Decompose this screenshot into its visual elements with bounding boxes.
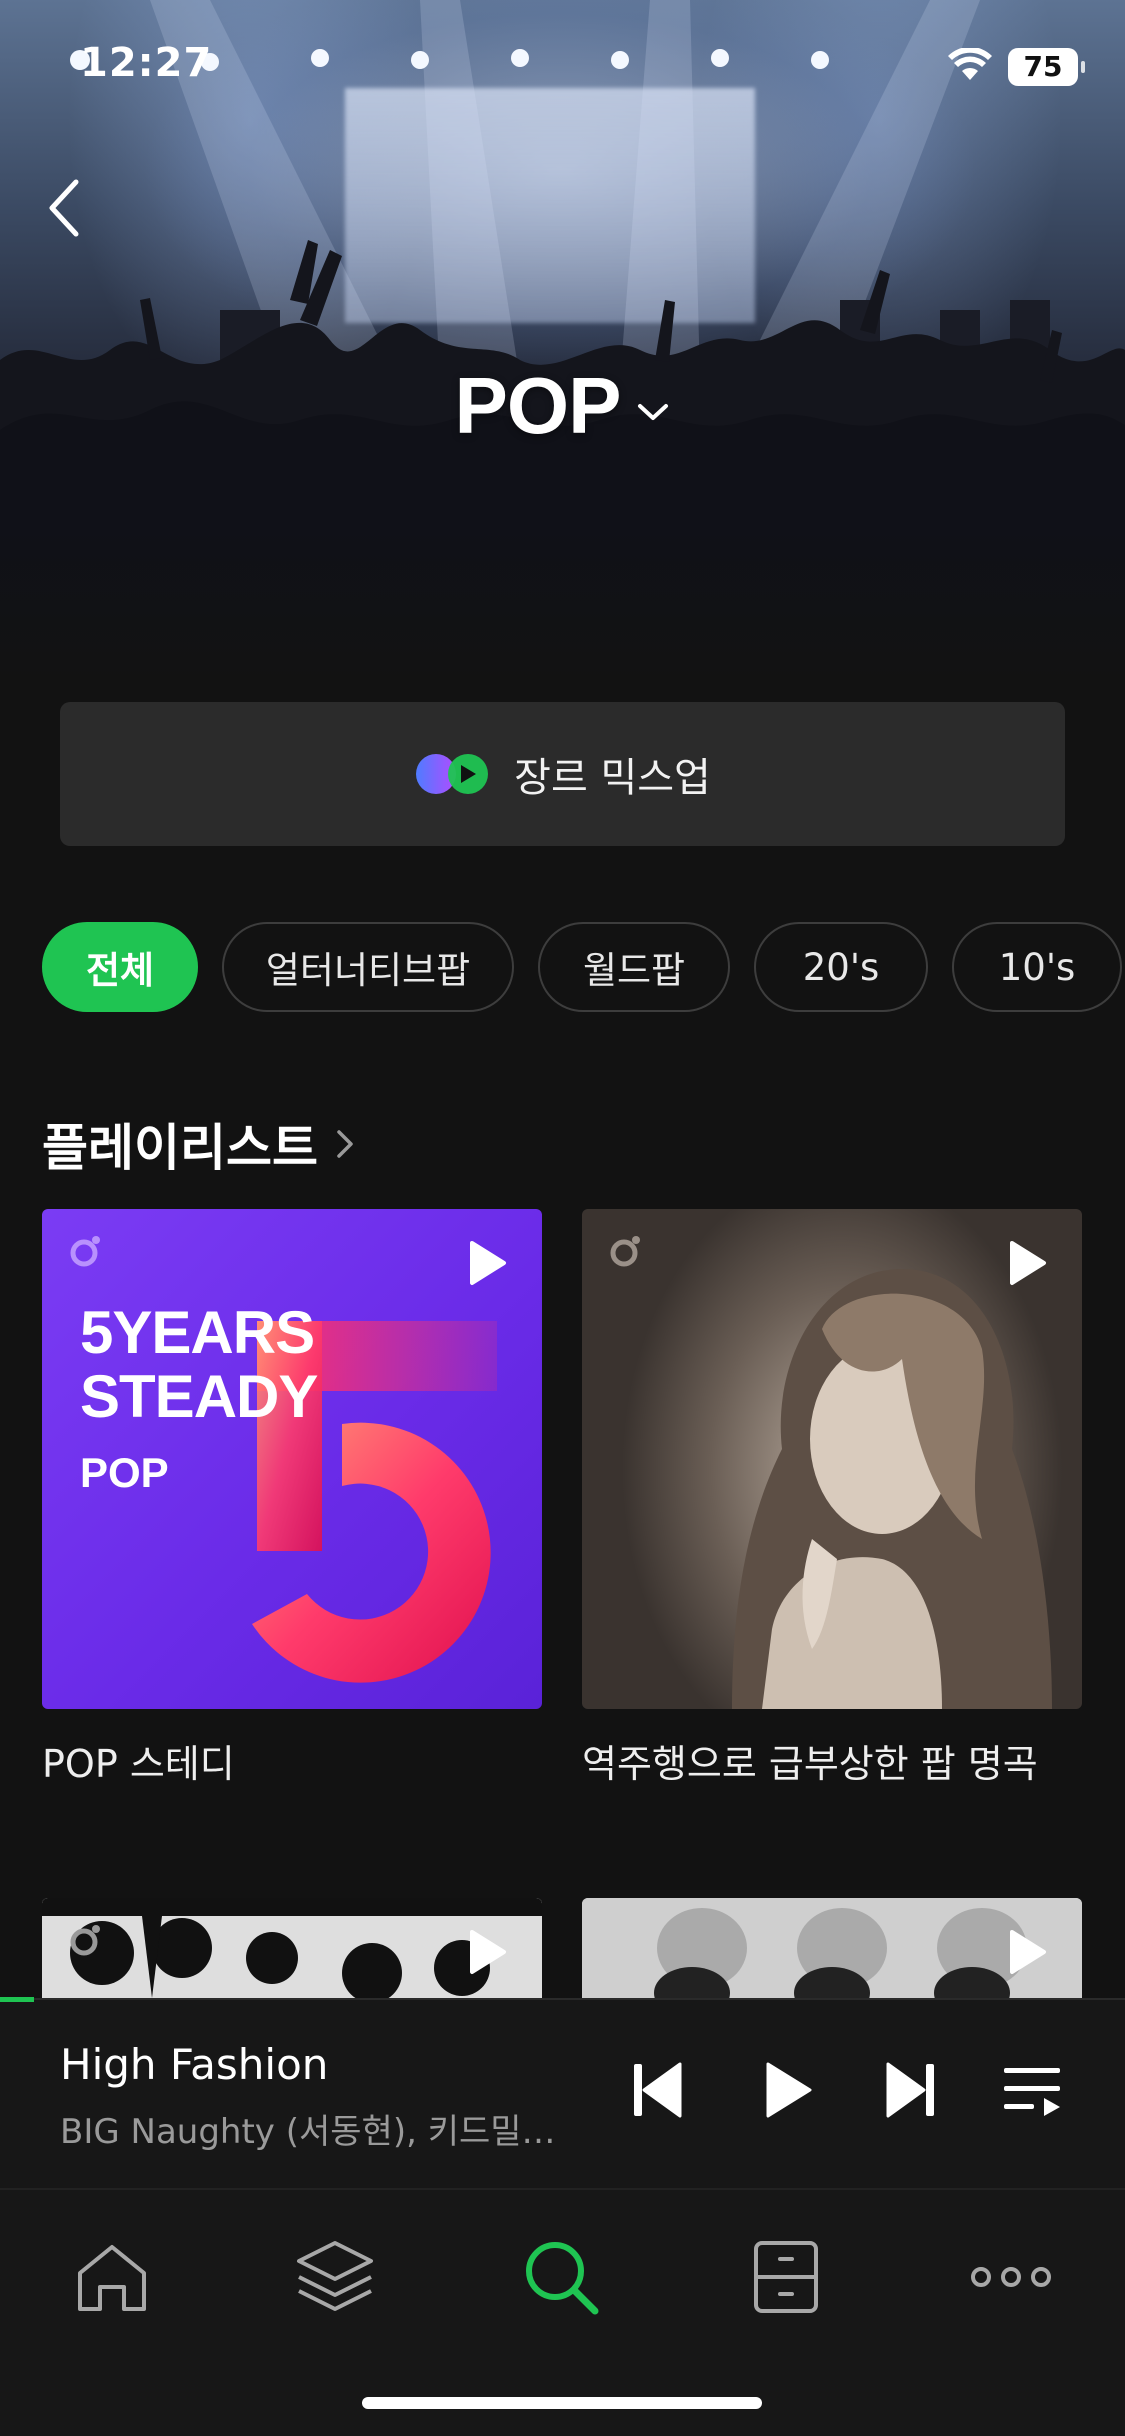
tab-search[interactable]: [506, 2222, 616, 2332]
cover-title: 5YEARS STEADY: [80, 1299, 318, 1430]
status-time: 12:27: [80, 40, 213, 86]
layers-icon: [297, 2241, 373, 2311]
mixup-icon: [416, 754, 489, 794]
chip-all[interactable]: 전체: [42, 922, 198, 1012]
playlist-title: 역주행으로 급부상한 팝 명곡: [582, 1742, 1038, 1786]
playlist-section-header[interactable]: 플레이리스트: [42, 1108, 356, 1180]
page-title: POP: [454, 361, 622, 450]
playlist-badge-icon: [610, 1236, 640, 1267]
play-icon[interactable]: [468, 1239, 508, 1287]
chevron-right-icon: [337, 1130, 353, 1158]
next-track-icon[interactable]: [882, 2060, 938, 2120]
genre-selector[interactable]: POP: [0, 360, 1125, 452]
playlist-cover: 5YEARS STEADY POP: [42, 1209, 542, 1709]
playlist-badge-icon: [70, 1925, 100, 1956]
library-icon: [754, 2241, 818, 2313]
playlist-card[interactable]: 5YEARS STEADY POP POP 스테디: [42, 1209, 542, 1788]
tab-more[interactable]: [956, 2222, 1066, 2332]
more-icon: [971, 2267, 1051, 2287]
tab-home[interactable]: [57, 2222, 167, 2332]
chip-10s[interactable]: 10's: [952, 922, 1122, 1012]
playlist-row-2: [0, 1898, 1125, 1998]
status-bar: 12:27 75: [0, 0, 1125, 130]
cover-subtitle: POP: [80, 1449, 169, 1496]
portrait-image: [732, 1269, 1052, 1709]
progress-fill: [0, 1997, 34, 2002]
mini-player[interactable]: High Fashion BIG Naughty (서동현), 키드밀리 (Ki…: [0, 1997, 1125, 2188]
hero-banner: 12:27 75 POP: [0, 0, 1125, 690]
section-title: 플레이리스트: [42, 1119, 318, 1177]
home-icon: [78, 2245, 146, 2311]
genre-mixup-button[interactable]: 장르 믹스업: [60, 702, 1065, 846]
playlist-cover[interactable]: [582, 1898, 1082, 1998]
previous-track-icon[interactable]: [630, 2060, 686, 2120]
battery-indicator: 75: [1008, 48, 1085, 86]
mixup-label: 장르 믹스업: [514, 755, 711, 801]
playlist-title: POP 스테디: [42, 1742, 235, 1786]
playlist-cover[interactable]: [42, 1898, 542, 1998]
subgenre-chips: 전체 얼터너티브팝 월드팝 20's 10's: [42, 922, 1122, 1014]
play-icon[interactable]: [1008, 1239, 1048, 1287]
search-icon: [526, 2242, 599, 2315]
chevron-down-icon: [638, 404, 669, 420]
playlist-badge-icon: [70, 1236, 100, 1267]
song-title: High Fashion: [60, 2040, 329, 2089]
home-indicator[interactable]: [362, 2397, 762, 2409]
wifi-icon: [948, 48, 992, 80]
stage-lights-image: [42, 1898, 542, 1998]
play-pause-icon[interactable]: [762, 2060, 814, 2120]
chip-world-pop[interactable]: 월드팝: [538, 922, 730, 1012]
chip-20s[interactable]: 20's: [754, 922, 928, 1012]
song-artist: BIG Naughty (서동현), 키드밀리 (Kid Milli): [60, 2112, 580, 2152]
tab-browse[interactable]: [280, 2222, 390, 2332]
tab-library[interactable]: [731, 2222, 841, 2332]
playlist-queue-icon[interactable]: [1002, 2060, 1064, 2120]
chip-alternative-pop[interactable]: 얼터너티브팝: [222, 922, 514, 1012]
back-button[interactable]: [40, 172, 90, 242]
playback-progress: [0, 1997, 1125, 2002]
playlist-cover: [582, 1209, 1082, 1709]
play-icon[interactable]: [468, 1928, 508, 1976]
play-icon[interactable]: [1008, 1928, 1048, 1976]
band-photo-image: [582, 1898, 1082, 1998]
chevron-left-icon: [49, 179, 79, 237]
playlist-card[interactable]: 역주행으로 급부상한 팝 명곡: [582, 1209, 1082, 1788]
